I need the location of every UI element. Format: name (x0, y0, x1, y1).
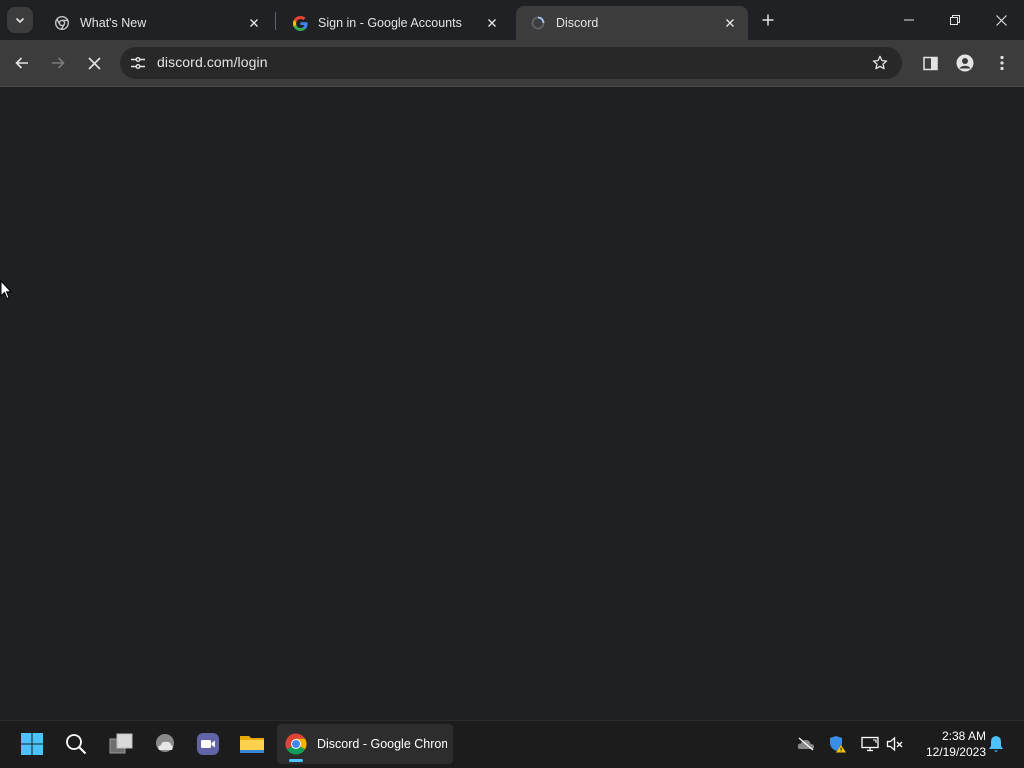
onedrive-offline-icon[interactable] (796, 734, 816, 754)
new-tab-button[interactable] (757, 9, 779, 31)
tab-title: What's New (80, 16, 147, 30)
task-view-icon (109, 733, 133, 754)
address-url-text[interactable]: discord.com/login (157, 54, 268, 70)
cloud-moon-icon (156, 734, 174, 752)
arrow-left-icon (15, 57, 28, 69)
google-g-icon (292, 15, 308, 31)
notifications-bell-icon[interactable] (986, 734, 1006, 754)
tab-title: Sign in - Google Accounts (318, 16, 462, 30)
tab-separator (275, 12, 276, 30)
video-chat-icon (197, 733, 219, 755)
stop-loading-button[interactable] (80, 49, 108, 77)
network-display-icon[interactable] (860, 734, 880, 754)
clock-date: 12/19/2023 (925, 745, 986, 759)
taskbar-chrome-app[interactable]: Discord - Google Chrome (277, 724, 453, 764)
tab-whats-new[interactable]: What's New (40, 6, 272, 40)
arrow-right-icon (52, 57, 65, 69)
file-explorer-button[interactable] (236, 728, 268, 760)
forward-button[interactable] (44, 49, 72, 77)
taskbar-app-label: Discord - Google Chrome (317, 737, 447, 751)
restore-icon (950, 15, 960, 25)
plus-icon (762, 14, 774, 26)
windows-security-warning-icon[interactable] (828, 734, 848, 754)
stop-x-icon (87, 56, 101, 70)
restore-button[interactable] (932, 0, 978, 40)
more-vertical-icon (1000, 55, 1004, 71)
side-panel-button[interactable] (916, 49, 944, 77)
loading-spinner-icon (530, 15, 546, 31)
star-outline-icon (872, 55, 888, 70)
chevron-down-icon (15, 17, 25, 24)
page-content-area[interactable] (0, 87, 1024, 720)
minimize-icon (904, 19, 914, 21)
teams-chat-button[interactable] (192, 728, 224, 760)
site-info-button[interactable] (126, 51, 150, 75)
minimize-button[interactable] (886, 0, 932, 40)
start-button[interactable] (16, 728, 48, 760)
chrome-menu-button[interactable] (988, 49, 1016, 77)
profile-button[interactable] (951, 49, 979, 77)
profile-avatar-icon (956, 54, 974, 72)
tab-title: Discord (556, 16, 599, 30)
tab-discord[interactable]: Discord (516, 6, 748, 40)
windows-logo-icon (21, 733, 43, 755)
tune-icon (131, 57, 145, 69)
close-tab-icon[interactable] (484, 15, 500, 31)
chrome-icon (54, 15, 70, 31)
close-tab-icon[interactable] (246, 15, 262, 31)
back-button[interactable] (8, 49, 36, 77)
tab-google-sign-in[interactable]: Sign in - Google Accounts (278, 6, 510, 40)
bookmark-star-button[interactable] (868, 51, 892, 75)
taskbar-clock[interactable]: 2:38 AM 12/19/2023 (914, 728, 986, 760)
tab-search-button[interactable] (7, 7, 33, 33)
close-icon (995, 14, 1007, 26)
active-app-indicator (289, 759, 303, 762)
mouse-pointer-icon (0, 279, 13, 305)
widgets-weather-button[interactable] (149, 728, 181, 760)
close-window-button[interactable] (978, 0, 1024, 40)
side-panel-icon (922, 56, 938, 70)
volume-muted-icon[interactable] (885, 734, 905, 754)
task-view-button[interactable] (105, 728, 137, 760)
taskbar-search-button[interactable] (60, 728, 92, 760)
close-tab-icon[interactable] (722, 15, 738, 31)
search-icon (66, 734, 87, 755)
folder-icon (240, 736, 264, 753)
chrome-logo-icon (285, 733, 307, 755)
tab-strip: What's New Sign in - Google Accounts Dis… (0, 0, 1024, 40)
clock-time: 2:38 AM (941, 729, 986, 743)
